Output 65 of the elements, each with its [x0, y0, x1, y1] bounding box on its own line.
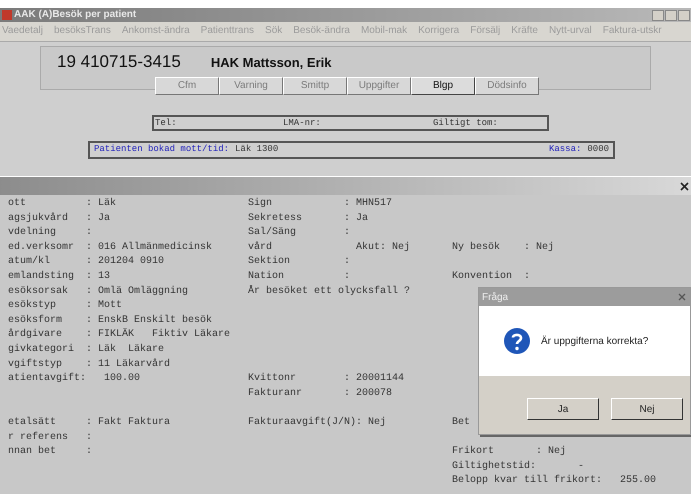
form-field-text: Sektion : [248, 256, 350, 268]
form-field-text: ed.verksomr : 016 Allmänmedicinsk [8, 242, 212, 253]
form-field-text: esökstyp : Mott [8, 300, 122, 312]
question-icon [503, 327, 531, 355]
field-label: Tel: [154, 118, 178, 128]
form-field-text: atientavgift: 100.00 [8, 373, 140, 384]
personal-number: 19 410715-3415 [57, 51, 181, 73]
form-field-text: agsjukvård : Ja [8, 212, 110, 224]
form-field-text: Belopp kvar till frikort: 255.00 [452, 475, 656, 486]
form-field-text: Ny besök : Nej [452, 242, 554, 253]
window-title: AAK (A)Besök per patient [14, 10, 136, 20]
menu-item[interactable]: Kräfte [511, 24, 538, 38]
maximize-button[interactable] [665, 10, 677, 20]
kassa-value: 0000 [587, 143, 609, 155]
form-field-text: År besöket ett olycksfall ? [248, 286, 410, 297]
kassa-label: Kassa: [548, 143, 582, 155]
form-field-text: r referens : [8, 432, 92, 442]
close-button[interactable] [678, 10, 690, 20]
form-field-text: Giltighetstid: - [452, 460, 584, 472]
close-icon[interactable] [680, 182, 689, 190]
form-field-text: Fakturanr : 200078 [248, 388, 392, 399]
form-field-text: Fakturaavgift(J/N): Nej [248, 416, 386, 428]
menu-item[interactable]: besöksTrans [54, 24, 111, 38]
menu-item[interactable]: Sök [265, 24, 282, 38]
menu-item[interactable]: Besök-ändra [293, 24, 350, 38]
menu-item[interactable]: Ankomst-ändra [122, 24, 190, 38]
dialog-message: Är uppgifterna korrekta? [541, 334, 648, 348]
menu-item[interactable]: Nytt-urval [548, 24, 592, 38]
form-field-text: Nation : [248, 270, 350, 282]
form-field-text: esöksform : EnskB Enskilt besök [8, 314, 212, 326]
form-field-text: etalsätt : Fakt Faktura [8, 416, 170, 428]
booking-label: Patienten bokad mott/tid: [94, 143, 230, 155]
form-field-text: Sekretess : Ja [248, 212, 368, 224]
toolbar-button[interactable]: Blgp [411, 76, 475, 94]
form-field-text: Konvention : [452, 270, 530, 282]
form-field-text: givkategori : Läk Läkare [8, 344, 164, 355]
app-icon [2, 10, 12, 20]
form-field-text: Kvittonr : 20001144 [248, 373, 404, 384]
dialog-button[interactable]: Nej [611, 398, 683, 420]
dialog-title: Fråga [482, 290, 508, 304]
dialog-button[interactable]: Ja [527, 398, 599, 420]
form-field-text: esöksorsak : Omlä Omläggning [8, 286, 188, 297]
field-label: LMA-nr: [282, 118, 322, 128]
field-label: Giltigt tom: [432, 118, 499, 128]
booking-value: Läk 1300 [235, 143, 278, 155]
menu-item[interactable]: Vaedetalj [2, 24, 43, 38]
form-field-text: nnan bet : [8, 446, 92, 458]
menu-item[interactable]: Mobil-mak [360, 24, 408, 38]
form-field-text: emlandsting : 13 [8, 270, 110, 282]
patient-name: HAK Mattsson, Erik [210, 54, 332, 72]
minimize-button[interactable] [652, 10, 664, 20]
form-field-text: vdelning : [8, 227, 92, 238]
form-field-text: Sal/Säng : [248, 227, 350, 238]
menu-item[interactable]: Patienttrans [200, 24, 254, 38]
form-field-text: Frikort : Nej [452, 446, 566, 458]
menu-item[interactable]: Korrigera [418, 24, 460, 38]
form-field-text: årdgivare : FIKLÄK Fiktiv Läkare [8, 329, 230, 340]
menu-item[interactable]: Faktura-utskr [602, 24, 662, 38]
form-field-text: vård Akut: Nej [248, 242, 410, 253]
form-field-text: atum/kl : 201204 0910 [8, 256, 164, 268]
form-field-text: ott : Läk [8, 198, 116, 209]
form-field-text: Bet [452, 416, 470, 428]
form-field-text: Sign : MHN517 [248, 198, 392, 209]
form-field-text: vgiftstyp : 11 Läkarvård [8, 358, 170, 370]
menu-item[interactable]: Försälj [470, 24, 500, 38]
